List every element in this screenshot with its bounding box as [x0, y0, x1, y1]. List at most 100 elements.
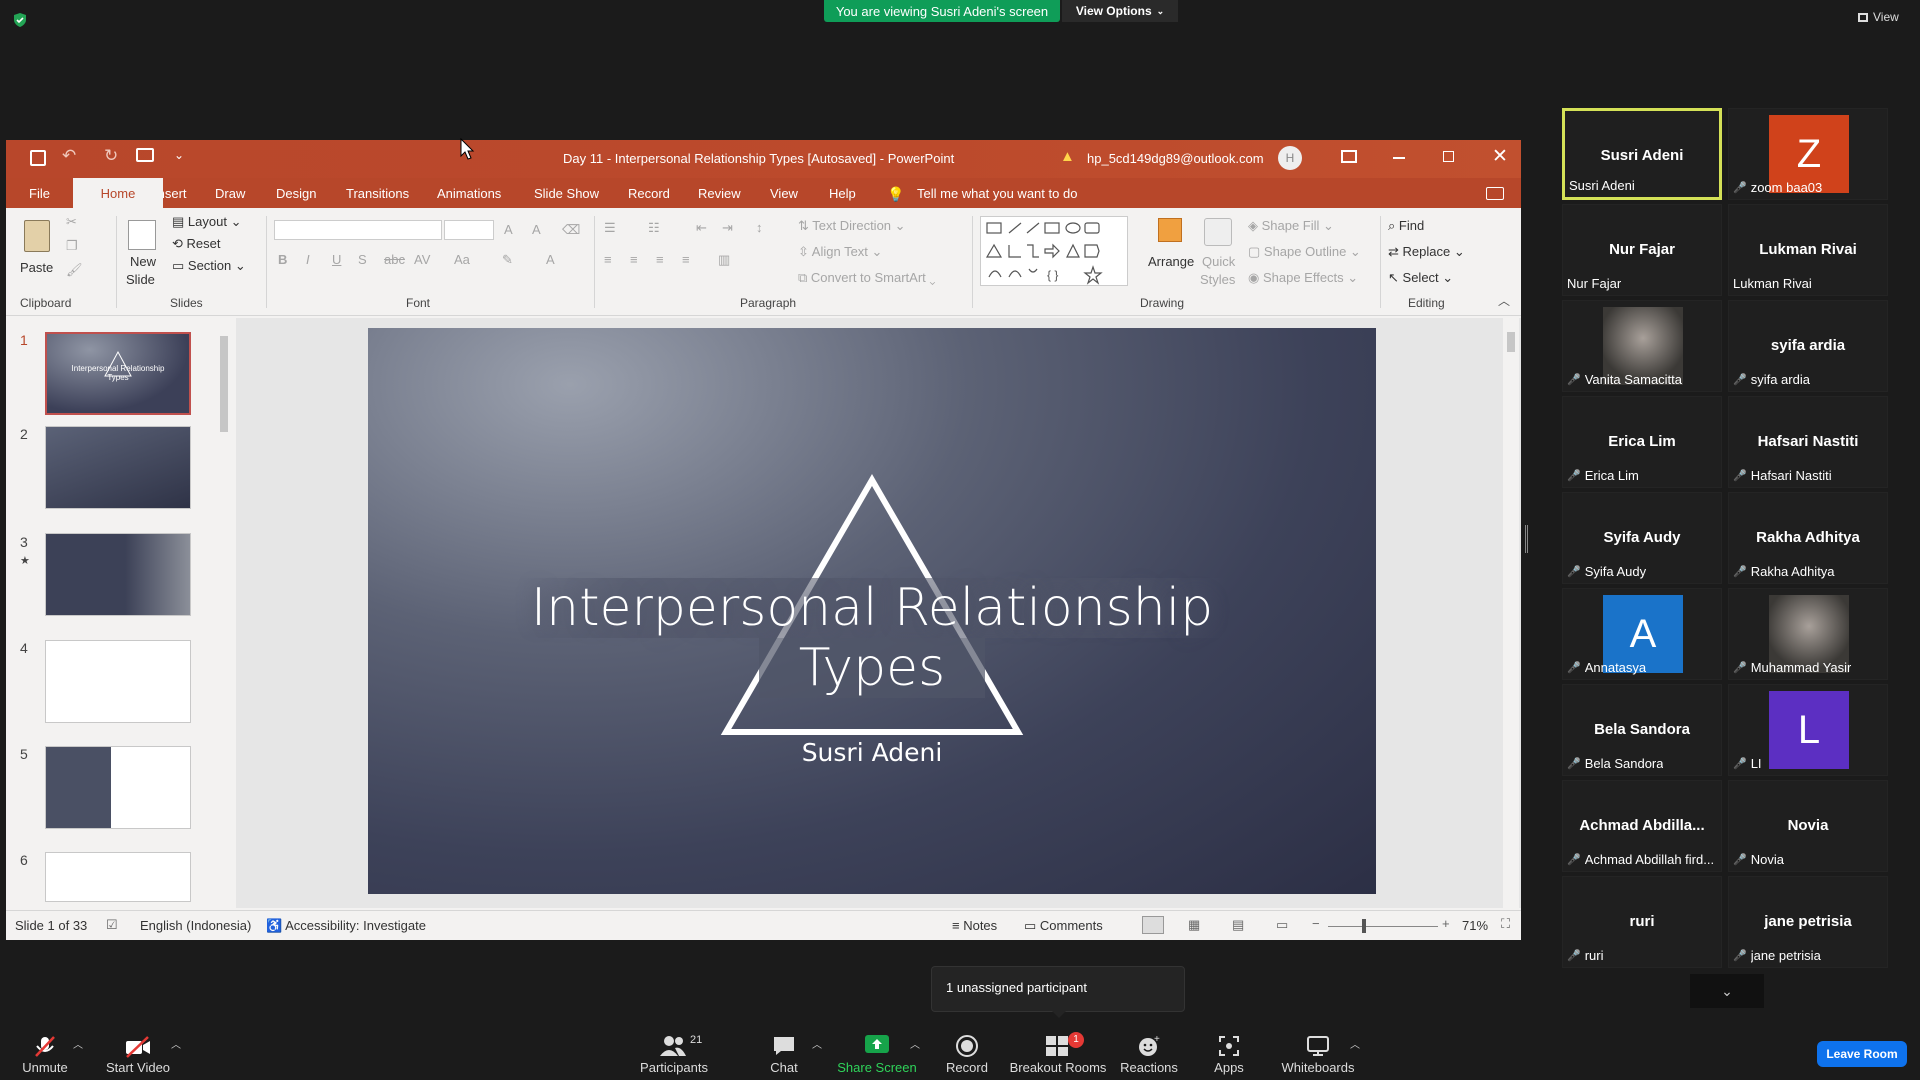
- notes-button[interactable]: ≡ Notes: [952, 918, 997, 933]
- tell-me-search[interactable]: Tell me what you want to do: [917, 186, 1077, 201]
- columns-icon[interactable]: ▥: [718, 252, 730, 268]
- tab-file[interactable]: File: [29, 186, 50, 201]
- paste-icon[interactable]: [24, 220, 50, 252]
- slide-thumbnail-6[interactable]: [45, 852, 191, 902]
- tab-home[interactable]: Home: [73, 178, 163, 208]
- line-spacing-icon[interactable]: ↕: [756, 220, 763, 235]
- participant-tile[interactable]: jane petrisia 🎤 jane petrisia: [1728, 876, 1888, 968]
- participant-tile[interactable]: Susri Adeni Susri Adeni: [1562, 108, 1722, 200]
- align-center-icon[interactable]: ≡: [630, 252, 638, 267]
- record-icon[interactable]: [955, 1034, 979, 1063]
- breakout-rooms-button[interactable]: Breakout Rooms: [1010, 1060, 1107, 1075]
- participant-tile[interactable]: Novia 🎤 Novia: [1728, 780, 1888, 872]
- current-slide[interactable]: Interpersonal Relationship Types Susri A…: [368, 328, 1376, 894]
- tab-record[interactable]: Record: [628, 186, 670, 201]
- tab-draw[interactable]: Draw: [215, 186, 245, 201]
- shape-fill-button[interactable]: ◈ Shape Fill ⌄: [1248, 218, 1334, 234]
- tab-help[interactable]: Help: [829, 186, 856, 201]
- share-screen-button[interactable]: Share Screen: [837, 1060, 917, 1075]
- slide-thumbnail-2[interactable]: [45, 426, 191, 509]
- cut-icon[interactable]: ✂: [66, 214, 77, 230]
- shape-effects-button[interactable]: ◉ Shape Effects ⌄: [1248, 270, 1358, 286]
- chat-options-chevron-icon[interactable]: ︿: [812, 1036, 822, 1051]
- audio-options-chevron-icon[interactable]: ︿: [73, 1036, 83, 1051]
- close-icon[interactable]: ✕: [1492, 145, 1508, 168]
- participant-tile[interactable]: Nur Fajar Nur Fajar: [1562, 204, 1722, 296]
- account-avatar[interactable]: H: [1278, 146, 1302, 170]
- tab-design[interactable]: Design: [276, 186, 316, 201]
- editor-scrollbar[interactable]: [1503, 318, 1519, 908]
- participant-tile[interactable]: Erica Lim 🎤 Erica Lim: [1562, 396, 1722, 488]
- panel-splitter[interactable]: [1525, 525, 1528, 553]
- increase-font-icon[interactable]: A: [504, 222, 513, 237]
- convert-smartart-button[interactable]: ⧉ Convert to SmartArt ⌄: [798, 270, 936, 286]
- format-painter-icon[interactable]: 🖌: [66, 262, 83, 278]
- text-direction-button[interactable]: ⇅ Text Direction ⌄: [798, 218, 906, 234]
- shadow-icon[interactable]: S: [358, 252, 367, 267]
- align-right-icon[interactable]: ≡: [656, 252, 664, 267]
- slide-sorter-icon[interactable]: ▦: [1188, 917, 1200, 933]
- participant-tile[interactable]: L 🎤 LI: [1728, 684, 1888, 776]
- numbering-icon[interactable]: ☷: [648, 220, 660, 236]
- start-video-button[interactable]: Start Video: [106, 1060, 170, 1075]
- layout-button[interactable]: ▤ Layout ⌄: [172, 214, 241, 230]
- slide-title[interactable]: Interpersonal Relationship Types: [518, 578, 1226, 698]
- quick-styles-button[interactable]: Quick: [1202, 254, 1235, 269]
- participant-tile[interactable]: Syifa Audy 🎤 Syifa Audy: [1562, 492, 1722, 584]
- undo-icon[interactable]: ↶: [62, 146, 76, 166]
- chat-icon[interactable]: [772, 1034, 796, 1063]
- bold-icon[interactable]: B: [278, 252, 287, 267]
- zoom-slider-thumb[interactable]: [1362, 919, 1366, 933]
- view-button[interactable]: View: [1858, 10, 1899, 24]
- participants-button[interactable]: Participants: [640, 1060, 708, 1075]
- zoom-level[interactable]: 71%: [1462, 918, 1488, 933]
- participant-tile[interactable]: 🎤 Muhammad Yasir: [1728, 588, 1888, 680]
- share-options-chevron-icon[interactable]: ︿: [910, 1036, 920, 1051]
- slide-thumbnail-4[interactable]: [45, 640, 191, 723]
- tab-slide-show[interactable]: Slide Show: [534, 186, 599, 201]
- zoom-out-icon[interactable]: −: [1312, 916, 1320, 931]
- slideshow-icon[interactable]: ▭: [1276, 917, 1288, 933]
- start-from-beginning-icon[interactable]: [136, 148, 154, 162]
- slide-thumbnail-5[interactable]: [45, 746, 191, 829]
- tab-animations[interactable]: Animations: [437, 186, 501, 201]
- justify-icon[interactable]: ≡: [682, 252, 690, 267]
- shape-outline-button[interactable]: ▢ Shape Outline ⌄: [1248, 244, 1361, 260]
- tab-transitions[interactable]: Transitions: [346, 186, 409, 201]
- redo-icon[interactable]: ↻: [104, 146, 118, 166]
- font-color-icon[interactable]: A: [546, 252, 555, 267]
- restore-icon[interactable]: [1443, 151, 1454, 162]
- video-options-chevron-icon[interactable]: ︿: [171, 1036, 181, 1051]
- security-shield-icon[interactable]: [12, 12, 28, 28]
- new-slide-button[interactable]: New: [130, 254, 156, 269]
- font-size-combobox[interactable]: [444, 220, 494, 240]
- reactions-button[interactable]: Reactions: [1120, 1060, 1178, 1075]
- spell-check-icon[interactable]: ☑: [106, 917, 118, 933]
- language-status[interactable]: English (Indonesia): [140, 918, 251, 933]
- participant-tile[interactable]: Rakha Adhitya 🎤 Rakha Adhitya: [1728, 492, 1888, 584]
- new-slide-icon[interactable]: [128, 220, 156, 250]
- whiteboards-button[interactable]: Whiteboards: [1282, 1060, 1355, 1075]
- normal-view-icon[interactable]: [1142, 916, 1164, 934]
- quick-styles-button-line2[interactable]: Styles: [1200, 272, 1235, 287]
- copy-icon[interactable]: ❐: [66, 238, 78, 254]
- apps-icon[interactable]: [1217, 1034, 1241, 1063]
- accessibility-status[interactable]: ♿ Accessibility: Investigate: [266, 918, 426, 934]
- participant-tile[interactable]: Lukman Rivai Lukman Rivai: [1728, 204, 1888, 296]
- reading-view-icon[interactable]: ▤: [1232, 917, 1244, 933]
- save-icon[interactable]: [30, 150, 46, 166]
- participant-tile[interactable]: 🎤 Vanita Samacitta: [1562, 300, 1722, 392]
- select-button[interactable]: ↖ Select ⌄: [1388, 270, 1453, 286]
- comments-icon[interactable]: [1486, 187, 1504, 200]
- arrange-button[interactable]: Arrange: [1148, 254, 1194, 269]
- apps-button[interactable]: Apps: [1214, 1060, 1244, 1075]
- view-options-button[interactable]: View Options ⌄: [1062, 0, 1178, 22]
- participants-icon[interactable]: [659, 1034, 687, 1063]
- shapes-gallery[interactable]: { }: [980, 216, 1128, 286]
- thumbnail-scroll-thumb[interactable]: [220, 336, 228, 432]
- increase-indent-icon[interactable]: ⇥: [722, 220, 733, 236]
- collapse-ribbon-icon[interactable]: ︿: [1498, 292, 1510, 309]
- participant-tile[interactable]: syifa ardia 🎤 syifa ardia: [1728, 300, 1888, 392]
- slide-subtitle[interactable]: Susri Adeni: [668, 738, 1076, 767]
- decrease-font-icon[interactable]: A: [532, 222, 541, 237]
